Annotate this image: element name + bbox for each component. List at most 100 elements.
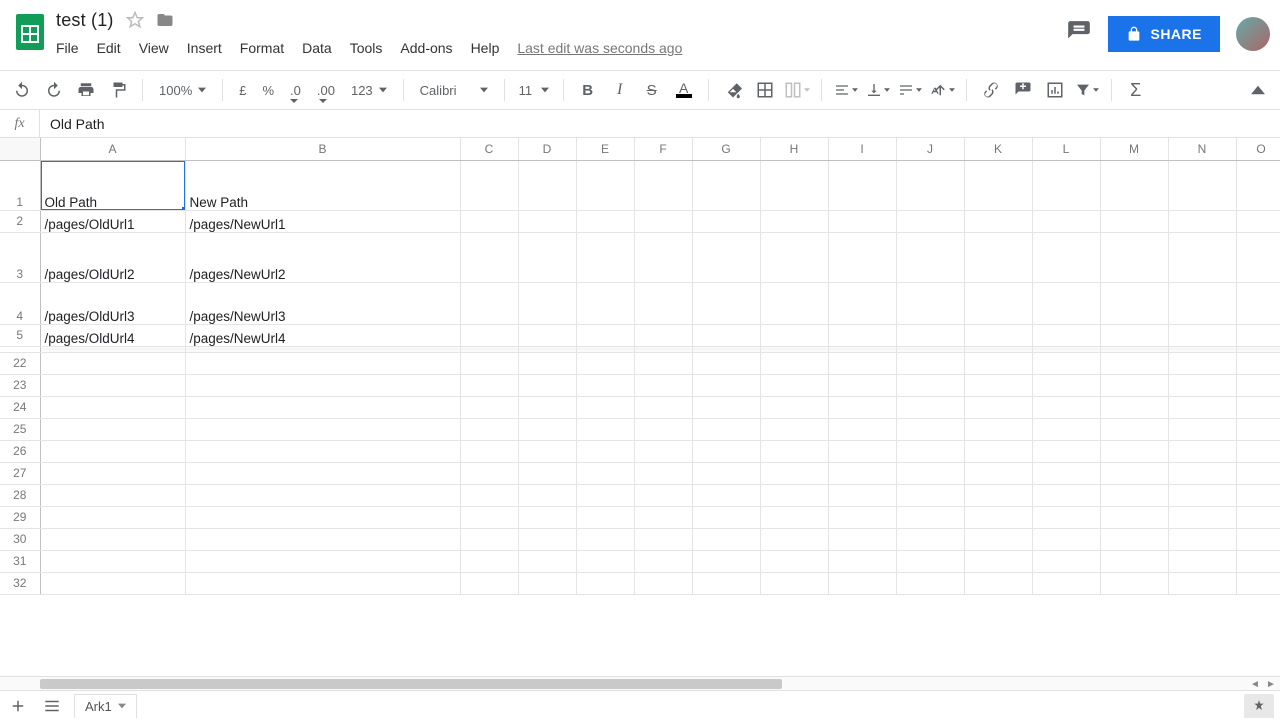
fx-icon[interactable]: fx bbox=[0, 110, 40, 137]
cell[interactable] bbox=[634, 282, 692, 324]
cell[interactable] bbox=[1032, 506, 1100, 528]
cell[interactable] bbox=[518, 462, 576, 484]
row-header[interactable]: 24 bbox=[0, 396, 40, 418]
cell[interactable] bbox=[40, 484, 185, 506]
cell[interactable] bbox=[1032, 282, 1100, 324]
cell[interactable] bbox=[1236, 352, 1280, 374]
cell[interactable] bbox=[828, 462, 896, 484]
row-header[interactable]: 1 bbox=[0, 160, 40, 210]
column-header-N[interactable]: N bbox=[1168, 138, 1236, 160]
cell[interactable] bbox=[1236, 232, 1280, 282]
menu-edit[interactable]: Edit bbox=[97, 40, 121, 56]
cell[interactable] bbox=[1168, 484, 1236, 506]
cell[interactable] bbox=[634, 160, 692, 210]
cell[interactable] bbox=[896, 484, 964, 506]
cell[interactable] bbox=[760, 440, 828, 462]
cell[interactable] bbox=[1100, 462, 1168, 484]
column-header-B[interactable]: B bbox=[185, 138, 460, 160]
cell[interactable] bbox=[964, 418, 1032, 440]
cell[interactable] bbox=[460, 210, 518, 232]
cell[interactable] bbox=[1100, 550, 1168, 572]
cell[interactable] bbox=[692, 418, 760, 440]
cell[interactable] bbox=[760, 462, 828, 484]
undo-button[interactable] bbox=[8, 76, 36, 104]
cell[interactable] bbox=[1100, 506, 1168, 528]
scroll-right-icon[interactable]: ► bbox=[1264, 677, 1278, 690]
cell[interactable] bbox=[460, 440, 518, 462]
cell[interactable] bbox=[1168, 282, 1236, 324]
cell[interactable] bbox=[518, 440, 576, 462]
share-button[interactable]: SHARE bbox=[1108, 16, 1220, 52]
row-header[interactable]: 30 bbox=[0, 528, 40, 550]
cell[interactable] bbox=[896, 374, 964, 396]
menu-view[interactable]: View bbox=[139, 40, 169, 56]
cell[interactable] bbox=[760, 506, 828, 528]
cell[interactable] bbox=[518, 506, 576, 528]
cell[interactable] bbox=[964, 210, 1032, 232]
cell[interactable] bbox=[576, 572, 634, 594]
text-wrap-button[interactable] bbox=[896, 76, 924, 104]
all-sheets-button[interactable] bbox=[40, 694, 64, 718]
cell[interactable] bbox=[40, 374, 185, 396]
column-header-O[interactable]: O bbox=[1236, 138, 1280, 160]
menu-format[interactable]: Format bbox=[240, 40, 284, 56]
cell[interactable] bbox=[460, 506, 518, 528]
cell[interactable] bbox=[896, 352, 964, 374]
sheet-tab-menu-icon[interactable] bbox=[118, 702, 126, 710]
cell[interactable] bbox=[828, 528, 896, 550]
cell[interactable] bbox=[1100, 396, 1168, 418]
cell[interactable] bbox=[576, 374, 634, 396]
cell[interactable] bbox=[896, 232, 964, 282]
cell[interactable] bbox=[518, 572, 576, 594]
cell[interactable] bbox=[518, 550, 576, 572]
cell[interactable] bbox=[1032, 462, 1100, 484]
cell[interactable] bbox=[828, 282, 896, 324]
row-header[interactable]: 29 bbox=[0, 506, 40, 528]
font-size-dropdown[interactable]: 11 bbox=[515, 76, 553, 104]
cell[interactable] bbox=[692, 484, 760, 506]
cell[interactable] bbox=[828, 324, 896, 346]
collapse-toolbar-button[interactable] bbox=[1244, 76, 1272, 104]
comments-icon[interactable] bbox=[1066, 19, 1092, 50]
cell[interactable] bbox=[1100, 484, 1168, 506]
horizontal-scrollbar[interactable]: ◄ ► bbox=[0, 676, 1280, 690]
cell[interactable] bbox=[828, 232, 896, 282]
cell[interactable] bbox=[576, 528, 634, 550]
cell[interactable] bbox=[828, 374, 896, 396]
cell[interactable] bbox=[1236, 160, 1280, 210]
increase-decimal-button[interactable]: .00 bbox=[311, 76, 341, 104]
cell[interactable] bbox=[760, 550, 828, 572]
cell[interactable] bbox=[1236, 550, 1280, 572]
cell[interactable] bbox=[964, 440, 1032, 462]
cell[interactable]: /pages/OldUrl2 bbox=[40, 232, 185, 282]
cell[interactable] bbox=[1032, 418, 1100, 440]
cell[interactable] bbox=[1100, 418, 1168, 440]
cell[interactable] bbox=[40, 396, 185, 418]
cell[interactable] bbox=[1168, 418, 1236, 440]
merge-cells-button[interactable] bbox=[783, 76, 811, 104]
cell[interactable] bbox=[576, 160, 634, 210]
cell[interactable] bbox=[1236, 572, 1280, 594]
cell[interactable] bbox=[964, 506, 1032, 528]
cell[interactable] bbox=[185, 528, 460, 550]
italic-button[interactable]: I bbox=[606, 76, 634, 104]
cell[interactable] bbox=[692, 324, 760, 346]
cell[interactable] bbox=[964, 550, 1032, 572]
cell[interactable] bbox=[760, 324, 828, 346]
cell[interactable] bbox=[1168, 528, 1236, 550]
cell[interactable] bbox=[634, 374, 692, 396]
cell[interactable] bbox=[760, 418, 828, 440]
cell[interactable] bbox=[896, 324, 964, 346]
column-header-J[interactable]: J bbox=[896, 138, 964, 160]
row-header[interactable]: 28 bbox=[0, 484, 40, 506]
cell[interactable] bbox=[185, 374, 460, 396]
cell[interactable] bbox=[1236, 506, 1280, 528]
column-header-I[interactable]: I bbox=[828, 138, 896, 160]
cell[interactable] bbox=[185, 396, 460, 418]
row-header[interactable]: 22 bbox=[0, 352, 40, 374]
cell[interactable] bbox=[1168, 232, 1236, 282]
column-header-H[interactable]: H bbox=[760, 138, 828, 160]
cell[interactable] bbox=[40, 418, 185, 440]
cell[interactable] bbox=[634, 440, 692, 462]
cell[interactable] bbox=[896, 572, 964, 594]
